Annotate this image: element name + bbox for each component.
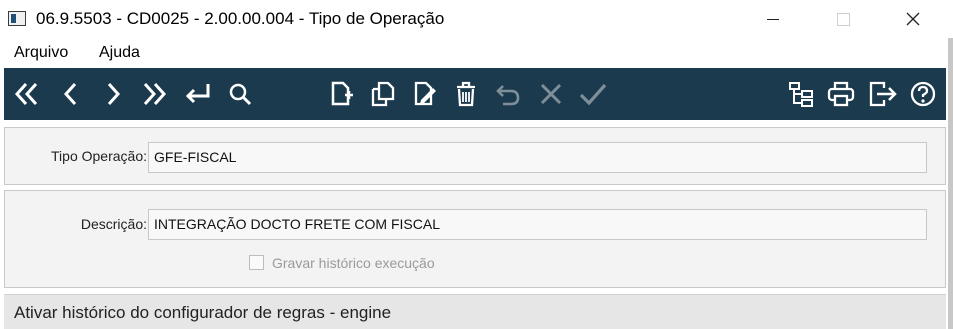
close-icon — [906, 12, 920, 26]
hierarchy-icon[interactable] — [784, 78, 818, 110]
goto-enter-icon[interactable] — [180, 78, 214, 110]
new-document-icon[interactable] — [324, 78, 358, 110]
confirm-icon — [576, 78, 610, 110]
first-record-icon[interactable] — [10, 78, 44, 110]
app-window-icon[interactable] — [8, 11, 26, 26]
undo-icon — [491, 78, 525, 110]
delete-icon[interactable] — [449, 78, 483, 110]
gravar-historico-label: Gravar histórico execução — [272, 255, 435, 271]
minimize-button[interactable] — [750, 0, 796, 38]
help-icon[interactable] — [906, 78, 940, 110]
descricao-panel: Descrição: INTEGRAÇÃO DOCTO FRETE COM FI… — [4, 190, 946, 288]
edit-document-icon[interactable] — [408, 78, 442, 110]
section-title: Ativar histórico do configurador de regr… — [14, 303, 392, 322]
toolbar — [4, 68, 946, 120]
engine-history-section-header[interactable]: Ativar histórico do configurador de regr… — [4, 294, 946, 329]
last-record-icon[interactable] — [137, 78, 171, 110]
close-button[interactable] — [890, 0, 936, 38]
copy-document-icon[interactable] — [366, 78, 400, 110]
menu-bar: Arquivo Ajuda — [0, 38, 953, 68]
tipo-operacao-field[interactable]: GFE-FISCAL — [148, 142, 927, 173]
previous-record-icon[interactable] — [54, 78, 88, 110]
menu-ajuda[interactable]: Ajuda — [99, 44, 140, 62]
title-bar: 06.9.5503 - CD0025 - 2.00.00.004 - Tipo … — [0, 0, 953, 38]
maximize-button[interactable] — [820, 0, 866, 38]
exit-icon[interactable] — [866, 78, 900, 110]
descricao-label: Descrição: — [80, 216, 147, 232]
cancel-icon — [534, 78, 568, 110]
descricao-field[interactable]: INTEGRAÇÃO DOCTO FRETE COM FISCAL — [148, 209, 927, 240]
next-record-icon[interactable] — [96, 78, 130, 110]
window-edge — [948, 38, 953, 329]
print-icon[interactable] — [824, 78, 858, 110]
menu-arquivo[interactable]: Arquivo — [14, 44, 68, 62]
gravar-historico-checkbox[interactable] — [249, 255, 264, 270]
window-title: 06.9.5503 - CD0025 - 2.00.00.004 - Tipo … — [36, 9, 445, 28]
tipo-operacao-panel: Tipo Operação: GFE-FISCAL — [4, 127, 946, 185]
tipo-operacao-label: Tipo Operação: — [51, 148, 147, 164]
search-icon[interactable] — [223, 78, 257, 110]
